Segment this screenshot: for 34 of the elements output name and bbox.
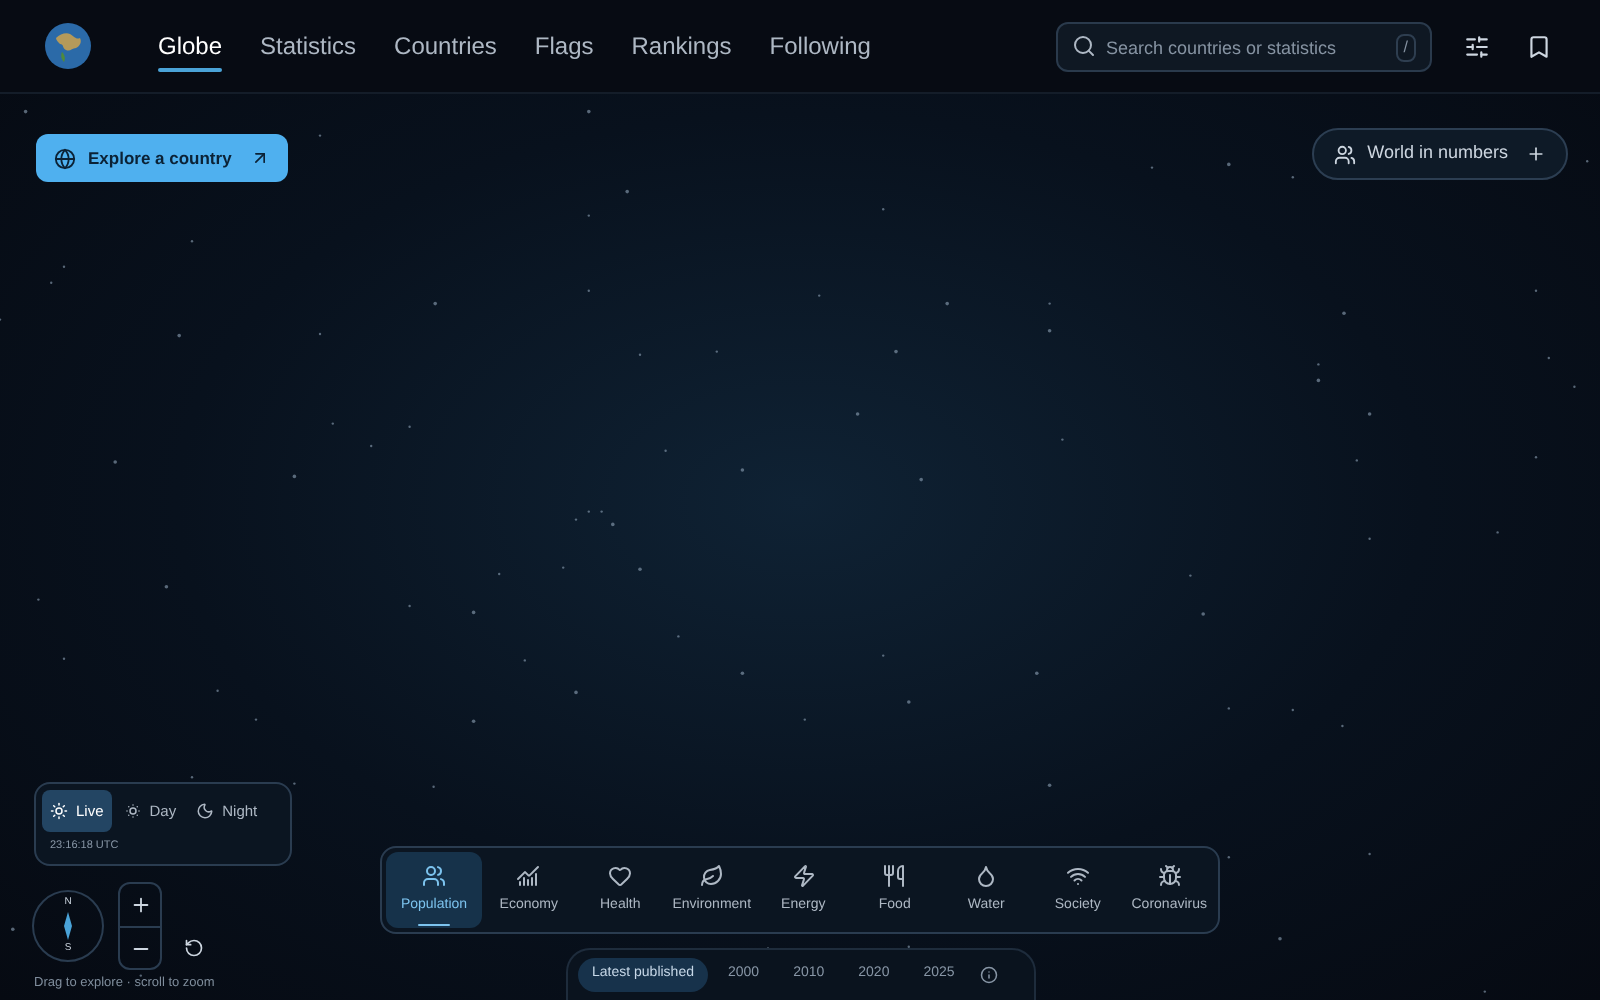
nav-tab[interactable]: Flags (534, 0, 594, 92)
shortcut-key: / (1395, 33, 1416, 61)
moon-icon (196, 802, 215, 820)
globe-icon (54, 147, 76, 169)
nav-tab[interactable]: Globe (158, 0, 223, 92)
settings-icon (1464, 33, 1490, 59)
utensils-icon (882, 863, 907, 888)
plus-icon (1526, 144, 1546, 164)
bug-icon (1157, 863, 1182, 888)
people-icon (422, 863, 446, 888)
info-button[interactable] (980, 966, 999, 984)
globe-logo-icon[interactable] (44, 22, 92, 70)
leaf-icon (699, 863, 724, 888)
nav-tab[interactable]: Following (769, 0, 871, 92)
droplet-icon (974, 863, 999, 888)
chart-icon (516, 863, 541, 888)
compass-needle-icon (64, 912, 72, 940)
arrow-icon (249, 148, 270, 168)
world-numbers-button[interactable]: World in numbers (1311, 128, 1568, 180)
nav-tab[interactable]: Countries (394, 0, 497, 92)
reset-icon (184, 938, 204, 958)
lightning-icon (791, 863, 816, 888)
plus-icon (129, 894, 151, 916)
info-icon (980, 966, 999, 984)
heart-icon (608, 863, 633, 888)
nav-tab[interactable]: Statistics (260, 0, 357, 92)
people-icon (1333, 143, 1356, 165)
bookmark-icon (1526, 33, 1552, 59)
sun-icon (123, 802, 142, 820)
explore-button[interactable]: Explore a country (36, 134, 288, 182)
nav-tab[interactable]: Rankings (631, 0, 732, 92)
reset-view-button[interactable] (184, 938, 204, 958)
sun-icon (50, 802, 68, 820)
search-icon (1072, 33, 1096, 57)
